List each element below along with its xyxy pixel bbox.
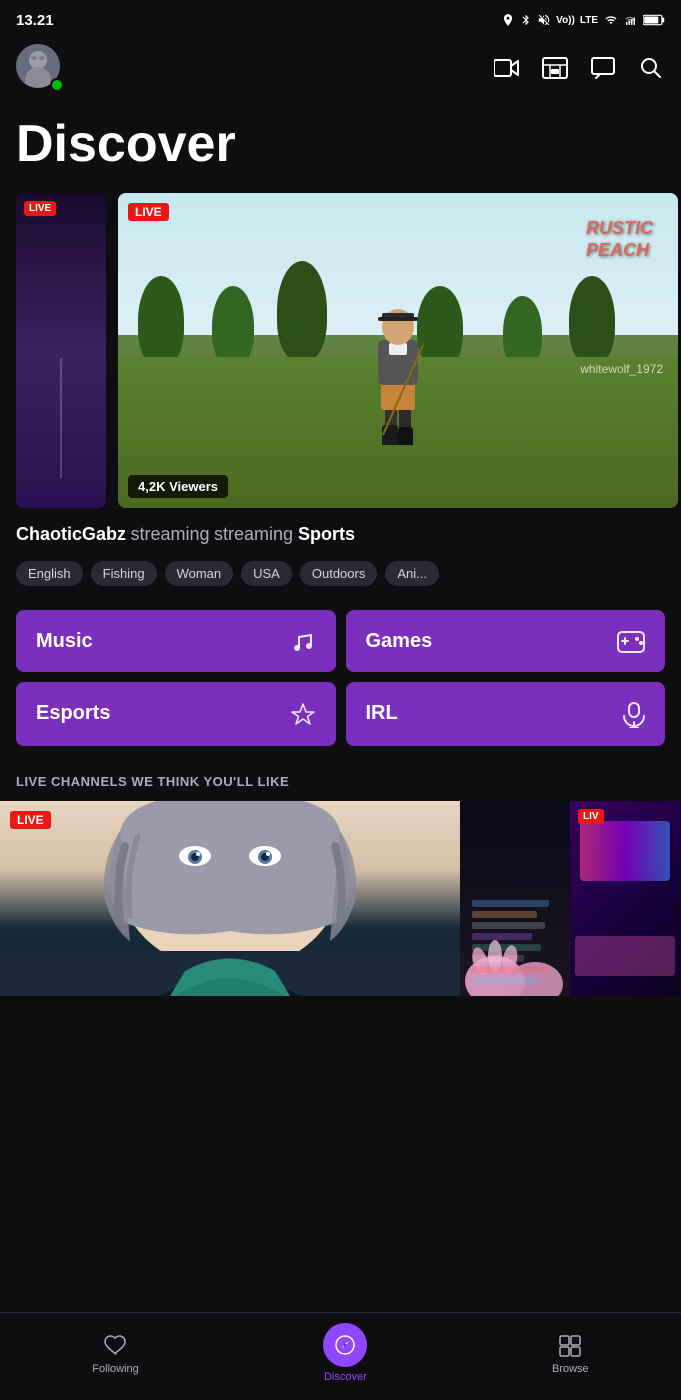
streaming-text: streaming xyxy=(214,524,298,544)
stream-watermark: whitewolf_1972 xyxy=(580,362,663,376)
purple-live-badge: LIV xyxy=(578,809,604,824)
browse-label: Browse xyxy=(552,1363,589,1375)
inbox-button[interactable] xyxy=(541,54,569,82)
stream-card-left[interactable]: LIVE xyxy=(16,193,106,508)
irl-icon xyxy=(623,700,645,727)
category-buttons: Music Games Espo xyxy=(0,602,681,765)
following-label: Following xyxy=(92,1363,138,1375)
games-label: Games xyxy=(366,630,433,653)
tag-woman[interactable]: Woman xyxy=(165,561,234,586)
channel-name[interactable]: ChaoticGabz xyxy=(16,524,126,544)
main-stream-card[interactable]: RUSTICPEACH whitewolf_1972 LIVE 4,2K Vie… xyxy=(118,193,678,508)
lte-text: Vo)) xyxy=(556,15,575,26)
streaming-label: streaming xyxy=(130,524,209,544)
side-live-badge-left: LIVE xyxy=(24,201,56,216)
user-avatar[interactable] xyxy=(16,44,64,92)
tag-english[interactable]: English xyxy=(16,561,83,586)
signal-icon xyxy=(624,14,638,26)
discover-icon-btn[interactable] xyxy=(323,1323,367,1367)
tag-outdoors[interactable]: Outdoors xyxy=(300,561,377,586)
status-icons: Vo)) LTE xyxy=(501,13,665,27)
esports-button[interactable]: Esports xyxy=(16,682,336,745)
battery-icon xyxy=(643,14,665,26)
nav-following[interactable]: Following xyxy=(72,1323,158,1383)
tag-ani[interactable]: Ani... xyxy=(385,561,439,586)
esports-icon xyxy=(290,700,316,727)
person-figure xyxy=(363,305,433,445)
tags-row: English Fishing Woman USA Outdoors Ani..… xyxy=(0,553,681,602)
online-badge xyxy=(50,78,64,92)
games-button[interactable]: Games xyxy=(346,610,666,672)
video-button[interactable] xyxy=(493,54,521,82)
header-actions xyxy=(493,54,665,82)
discover-label: Discover xyxy=(324,1371,367,1383)
nav-discover[interactable]: Discover xyxy=(303,1315,387,1391)
bottom-nav: Following Discover Browse xyxy=(0,1312,681,1400)
browse-icon xyxy=(558,1331,582,1359)
music-button[interactable]: Music xyxy=(16,610,336,672)
music-icon xyxy=(290,628,316,654)
page-title: Discover xyxy=(16,116,665,173)
stream-sign: RUSTICPEACH xyxy=(586,218,653,261)
following-icon xyxy=(103,1331,129,1359)
status-bar: 13.21 Vo)) LTE xyxy=(0,0,681,36)
anime-stream-visual xyxy=(0,801,460,996)
games-icon xyxy=(617,628,645,654)
anime-live-badge: LIVE xyxy=(10,811,51,829)
alarm-icon xyxy=(501,13,515,27)
music-label: Music xyxy=(36,630,93,653)
mute-icon xyxy=(537,13,551,27)
esports-label: Esports xyxy=(36,702,110,725)
tag-fishing[interactable]: Fishing xyxy=(91,561,157,586)
live-channels-row: LIVE xyxy=(0,801,681,1012)
live-channel-purple[interactable]: LIV xyxy=(570,801,680,996)
stream-info: ChaoticGabz streaming streaming Sports xyxy=(0,508,681,553)
search-button[interactable] xyxy=(637,54,665,82)
live-channel-anime[interactable]: LIVE xyxy=(0,801,460,996)
app-header xyxy=(0,36,681,100)
stream-category[interactable]: Sports xyxy=(298,524,355,544)
tag-usa[interactable]: USA xyxy=(241,561,292,586)
page-title-section: Discover xyxy=(0,100,681,193)
irl-button[interactable]: IRL xyxy=(346,682,666,745)
live-badge: LIVE xyxy=(128,203,169,221)
chat-button[interactable] xyxy=(589,54,617,82)
irl-label: IRL xyxy=(366,702,398,725)
nav-browse[interactable]: Browse xyxy=(532,1323,609,1383)
live-channel-chat[interactable] xyxy=(460,801,570,996)
lte-label: LTE xyxy=(580,15,598,26)
stream-carousel[interactable]: LIVE xyxy=(0,193,681,508)
live-channels-header: LIVE CHANNELS WE THINK YOU'LL LIKE xyxy=(0,766,681,801)
viewers-badge: 4,2K Viewers xyxy=(128,475,228,498)
wifi-icon xyxy=(603,14,619,26)
status-time: 13.21 xyxy=(16,12,54,29)
bluetooth-icon xyxy=(520,13,532,27)
